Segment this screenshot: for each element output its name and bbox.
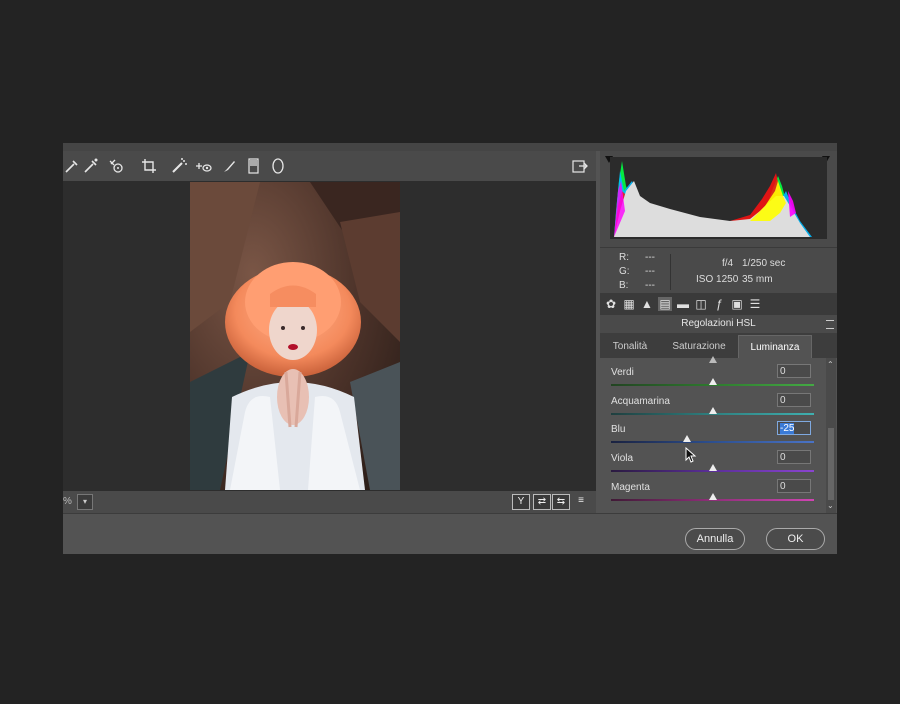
- histogram: [600, 151, 837, 247]
- slider-value-text: 0: [780, 452, 786, 463]
- slider-value-text: 0: [780, 481, 786, 492]
- slider-thumb[interactable]: [708, 464, 717, 471]
- zoom-level: %: [63, 496, 72, 507]
- b-value: ---: [645, 280, 655, 291]
- swap-settings-button[interactable]: ⇆: [552, 494, 570, 510]
- hsl-tabs: Tonalità Saturazione Luminanza: [600, 335, 837, 359]
- slider-value-input[interactable]: 0: [777, 364, 811, 378]
- tab-saturation[interactable]: Saturazione: [662, 335, 736, 358]
- cancel-button[interactable]: Annulla: [685, 528, 745, 550]
- title-strip: [63, 143, 837, 151]
- hsl-tab-icon[interactable]: ▤: [658, 297, 672, 311]
- view-toggle-button[interactable]: Y: [512, 494, 530, 510]
- panel-tabs: ✿ ▦ ▲ ▤ ▬ ◫ ƒ ▣ ☰: [600, 293, 837, 315]
- slider-thumb[interactable]: [708, 407, 717, 414]
- aperture: f/4: [722, 258, 734, 269]
- photo: [190, 182, 400, 490]
- adjustment-brush-icon[interactable]: [220, 157, 238, 175]
- effects-tab-icon[interactable]: ƒ: [712, 297, 726, 311]
- split-toning-tab-icon[interactable]: ▬: [676, 297, 690, 311]
- graduated-filter-icon[interactable]: [244, 157, 262, 175]
- slider-thumb[interactable]: [708, 378, 717, 385]
- slider-track[interactable]: [611, 441, 814, 443]
- panel-menu-icon[interactable]: [826, 320, 834, 329]
- panel-title: Regolazioni HSL: [600, 315, 837, 333]
- slider-thumb[interactable]: [708, 493, 717, 500]
- lens-corrections-tab-icon[interactable]: ◫: [694, 297, 708, 311]
- zoom-dropdown[interactable]: ▾: [77, 494, 93, 510]
- presets-tab-icon[interactable]: ☰: [748, 297, 762, 311]
- slider-row-magenta: Magenta 0: [611, 479, 816, 507]
- scroll-thumb[interactable]: [828, 428, 834, 500]
- r-label: R:: [619, 252, 629, 263]
- toolbar: [63, 151, 596, 181]
- scroll-up-icon[interactable]: ⌃: [827, 360, 834, 369]
- slider-value-text: 0: [780, 395, 786, 406]
- basic-tab-icon[interactable]: ✿: [604, 297, 618, 311]
- partial-slider-thumb: [709, 356, 717, 363]
- crop-icon[interactable]: [140, 157, 158, 175]
- dialog-footer: Annulla OK: [63, 513, 837, 554]
- radial-filter-icon[interactable]: [269, 157, 287, 175]
- slider-value-text: -25: [780, 423, 795, 434]
- right-panel: R: --- G: --- B: --- f/4 1/250 sec ISO 1…: [600, 151, 837, 513]
- tab-hue[interactable]: Tonalità: [602, 335, 658, 358]
- mouse-cursor: [685, 447, 697, 463]
- panel-scrollbar[interactable]: ⌃ ⌄: [826, 358, 836, 513]
- camera-info: R: --- G: --- B: --- f/4 1/250 sec ISO 1…: [600, 247, 837, 294]
- tone-curve-tab-icon[interactable]: ▦: [622, 297, 636, 311]
- tab-luminance[interactable]: Luminanza: [738, 335, 812, 359]
- slider-row-acquamarina: Acquamarina 0: [611, 393, 816, 421]
- slider-label: Viola: [611, 453, 634, 464]
- preview-preferences-icon[interactable]: ≡: [573, 494, 589, 508]
- slider-row-blu: Blu -25: [611, 421, 816, 449]
- image-preview[interactable]: [63, 181, 596, 491]
- focal-length: 35 mm: [742, 274, 773, 285]
- luminance-sliders: Verdi 0 Acquamarina 0 Blu -25 Viola 0 Magenta 0 ⌃…: [600, 356, 837, 513]
- slider-value-input[interactable]: 0: [777, 393, 811, 407]
- g-value: ---: [645, 266, 655, 277]
- slider-value-text: 0: [780, 366, 786, 377]
- shutter-speed: 1/250 sec: [742, 258, 786, 269]
- slider-label: Magenta: [611, 482, 650, 493]
- color-sampler-icon[interactable]: [82, 157, 100, 175]
- camera-calibration-tab-icon[interactable]: ▣: [730, 297, 744, 311]
- camera-raw-dialog: % ▾ Y ⇄ ⇆ ≡ R: --- G: --- B: --- f/4 1/2…: [63, 143, 837, 554]
- targeted-adjustment-icon[interactable]: [108, 157, 126, 175]
- iso: ISO 1250: [696, 274, 739, 285]
- ok-button[interactable]: OK: [766, 528, 825, 550]
- slider-value-input[interactable]: -25: [777, 421, 811, 435]
- slider-value-input[interactable]: 0: [777, 450, 811, 464]
- slider-thumb[interactable]: [683, 435, 692, 442]
- cycle-views-button[interactable]: ⇄: [533, 494, 551, 510]
- g-label: G:: [619, 266, 630, 277]
- scroll-down-icon[interactable]: ⌄: [827, 501, 834, 510]
- preview-bottom-bar: % ▾ Y ⇄ ⇆ ≡: [63, 491, 596, 513]
- slider-row-verdi: Verdi 0: [611, 364, 816, 392]
- slider-label: Verdi: [611, 367, 634, 378]
- detail-tab-icon[interactable]: ▲: [640, 297, 654, 311]
- panel-title-text: Regolazioni HSL: [681, 318, 756, 329]
- open-object-icon[interactable]: [571, 157, 589, 175]
- r-value: ---: [645, 252, 655, 263]
- slider-label: Blu: [611, 424, 626, 435]
- b-label: B:: [619, 280, 629, 291]
- slider-row-viola: Viola 0: [611, 450, 816, 478]
- red-eye-icon[interactable]: [194, 157, 212, 175]
- slider-label: Acquamarina: [611, 396, 670, 407]
- white-balance-icon[interactable]: [63, 157, 81, 175]
- slider-value-input[interactable]: 0: [777, 479, 811, 493]
- spot-removal-icon[interactable]: [170, 157, 188, 175]
